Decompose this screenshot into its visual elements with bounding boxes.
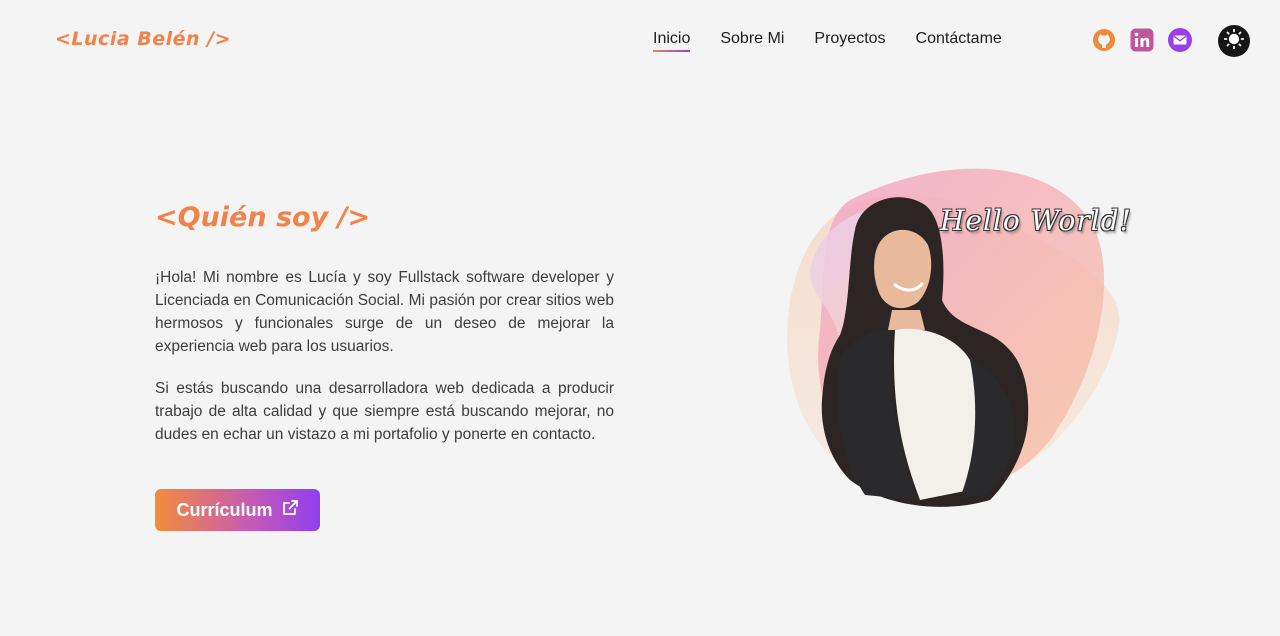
hello-world-overlay: Hello World! xyxy=(940,204,1132,237)
theme-toggle-button[interactable] xyxy=(1218,25,1250,57)
site-logo[interactable]: <Lucia Belén /> xyxy=(55,28,231,50)
nav-item-proyectos[interactable]: Proyectos xyxy=(814,30,885,52)
social-links xyxy=(1092,28,1192,52)
external-link-icon xyxy=(281,499,299,522)
github-icon[interactable] xyxy=(1092,28,1116,52)
about-paragraph-2: Si estás buscando una desarrolladora web… xyxy=(155,380,614,443)
about-title: <Quién soy /> xyxy=(155,202,371,233)
nav-item-sobre-mi[interactable]: Sobre Mi xyxy=(720,30,784,52)
main-nav: Inicio Sobre Mi Proyectos Contáctame xyxy=(653,30,1002,52)
curriculum-button[interactable]: Currículum xyxy=(155,489,320,531)
nav-item-inicio[interactable]: Inicio xyxy=(653,30,691,52)
mail-icon[interactable] xyxy=(1168,28,1192,52)
sun-icon xyxy=(1223,28,1245,53)
curriculum-button-label: Currículum xyxy=(176,499,273,520)
nav-item-contactame[interactable]: Contáctame xyxy=(916,30,1002,52)
about-paragraph-1: ¡Hola! Mi nombre es Lucía y soy Fullstac… xyxy=(155,269,614,355)
linkedin-icon[interactable] xyxy=(1130,28,1154,52)
